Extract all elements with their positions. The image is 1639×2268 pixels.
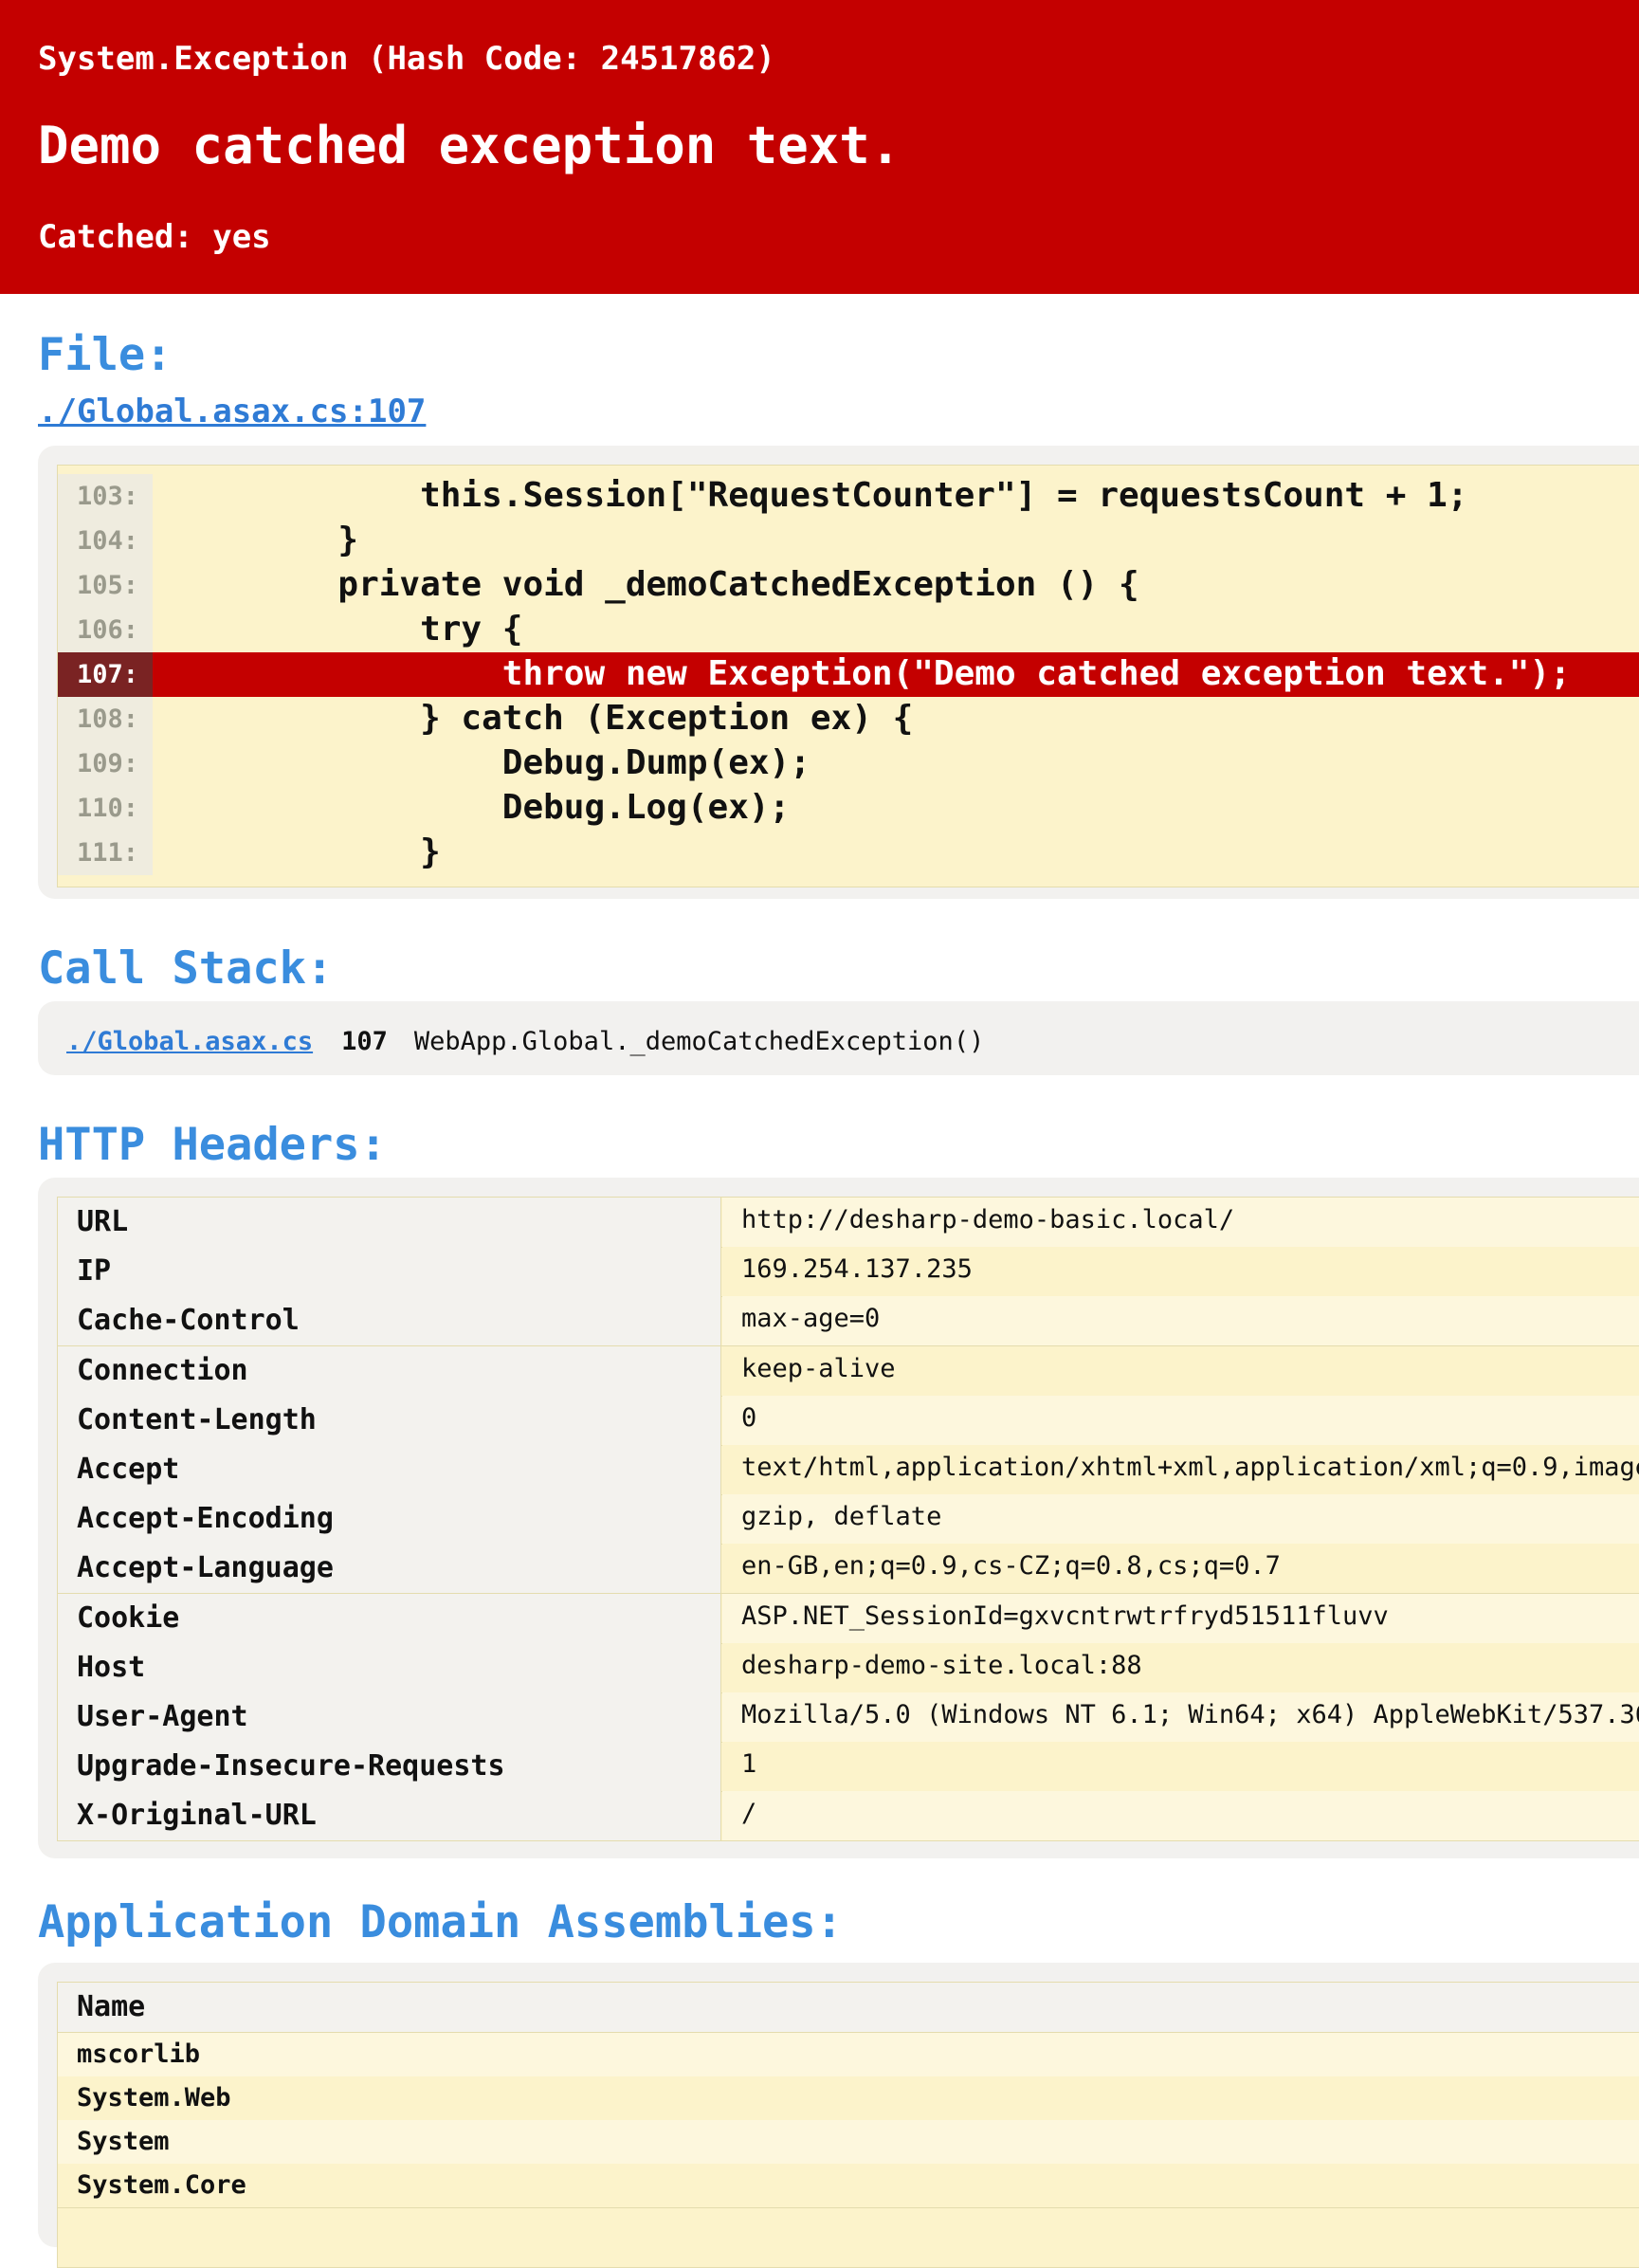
http-header-row: Host desharp-demo-site.local:88 (58, 1642, 1639, 1693)
line-number: 109: (58, 741, 153, 786)
http-header-value: 0 (722, 1395, 1639, 1445)
http-header-row: Upgrade-Insecure-Requests 1 (58, 1742, 1639, 1793)
http-header-value: en-GB,en;q=0.9,cs-CZ;q=0.8,cs;q=0.7 (722, 1544, 1639, 1594)
code-text: } catch (Exception ex) { (173, 699, 914, 738)
http-header-row: IP 169.254.137.235 (58, 1247, 1639, 1298)
http-header-name: Content-Length (58, 1395, 721, 1445)
assembly-row: System (58, 2120, 1639, 2165)
http-header-row: User-Agent Mozilla/5.0 (Windows NT 6.1; W… (58, 1692, 1639, 1743)
assemblies-title: Application Domain Assemblies: (38, 1896, 843, 1948)
http-header-row: Cache-Control max-age=0 (58, 1296, 1639, 1347)
assembly-row: System.Web (58, 2076, 1639, 2121)
code-line: 109: Debug.Dump(ex); (58, 741, 1639, 786)
assembly-name: System.Core (77, 2170, 246, 2200)
http-headers-table: URL http://desharp-demo-basic.local/IP 169… (57, 1197, 1639, 1842)
http-header-value: Mozilla/5.0 (Windows NT 6.1; Win64; x64)… (722, 1692, 1639, 1742)
http-header-name: Cache-Control (58, 1296, 721, 1346)
http-header-name: Host (58, 1642, 721, 1692)
http-header-value: text/html,application/xhtml+xml,applicat… (722, 1445, 1639, 1494)
line-number: 110: (58, 786, 153, 831)
http-header-name: Upgrade-Insecure-Requests (58, 1742, 721, 1792)
call-stack-title: Call Stack: (38, 942, 334, 995)
code-text: private void _demoCatchedException () { (173, 565, 1139, 604)
http-header-value: max-age=0 (722, 1296, 1639, 1346)
http-header-value: ASP.NET_SessionId=gxvcntrwtrfryd51511flu… (722, 1593, 1639, 1643)
http-header-name: Connection (58, 1345, 721, 1396)
http-header-value: 1 (722, 1742, 1639, 1792)
http-header-row: X-Original-URL / (58, 1791, 1639, 1842)
call-stack-panel: ./Global.asax.cs 107 WebApp.Global._demoCa… (38, 1001, 1639, 1075)
code-line: 104: } (58, 519, 1639, 563)
http-header-name: User-Agent (58, 1692, 721, 1742)
line-number: 111: (58, 831, 153, 875)
assembly-name: System.Web (77, 2083, 231, 2113)
http-header-value: 169.254.137.235 (722, 1247, 1639, 1297)
code-text: } (173, 832, 441, 871)
http-header-row: Accept-Encoding gzip, deflate (58, 1494, 1639, 1546)
line-number: 106: (58, 608, 153, 652)
code-text: this.Session["RequestCounter"] = request… (173, 476, 1468, 515)
http-header-name: URL (58, 1198, 721, 1247)
http-header-row: Cookie ASP.NET_SessionId=gxvcntrwtrfryd51… (58, 1593, 1639, 1644)
http-header-value: keep-alive (722, 1345, 1639, 1396)
exception-type: System.Exception (Hash Code: 24517862) (38, 40, 775, 78)
http-headers-title: HTTP Headers: (38, 1119, 387, 1171)
http-header-value: / (722, 1791, 1639, 1841)
stack-file-link[interactable]: ./Global.asax.cs (66, 1027, 313, 1056)
http-header-row: Content-Length 0 (58, 1395, 1639, 1446)
code-line: 105: private void _demoCatchedException … (58, 563, 1639, 608)
http-header-value: desharp-demo-site.local:88 (722, 1642, 1639, 1692)
http-header-value: http://desharp-demo-basic.local/ (722, 1198, 1639, 1247)
http-headers-panel: URL http://desharp-demo-basic.local/IP 169… (38, 1178, 1639, 1858)
file-section-title: File: (38, 329, 173, 381)
code-text: throw new Exception("Demo catched except… (173, 654, 1571, 693)
line-number: 108: (58, 697, 153, 741)
line-number: 103: (58, 474, 153, 519)
code-line: 103: this.Session["RequestCounter"] = re… (58, 474, 1639, 519)
assemblies-table: Name mscorlib System.Web System System.Core (57, 1982, 1639, 2268)
call-stack-frame: ./Global.asax.cs 107 WebApp.Global._demoCa… (66, 1027, 984, 1056)
line-number: 107: (58, 652, 153, 697)
http-header-value: gzip, deflate (722, 1494, 1639, 1545)
code-line: 111: } (58, 831, 1639, 875)
code-line: 110: Debug.Log(ex); (58, 786, 1639, 831)
http-header-name: Accept-Encoding (58, 1494, 721, 1545)
code-text: } (173, 521, 359, 559)
stack-method: WebApp.Global._demoCatchedException() (413, 1027, 985, 1056)
assembly-name: System (77, 2127, 170, 2156)
http-header-row: URL http://desharp-demo-basic.local/ (58, 1198, 1639, 1248)
code-text: try { (173, 610, 523, 649)
code-line-highlighted: 107: throw new Exception("Demo catched e… (58, 652, 1639, 697)
exception-header: System.Exception (Hash Code: 24517862) D… (0, 0, 1639, 294)
assemblies-header-row: Name (58, 1983, 1639, 2033)
http-header-name: IP (58, 1247, 721, 1297)
file-link[interactable]: ./Global.asax.cs:107 (38, 393, 426, 430)
http-header-row: Connection keep-alive (58, 1345, 1639, 1397)
assembly-row: mscorlib (58, 2033, 1639, 2077)
code-listing: 103: this.Session["RequestCounter"] = re… (57, 465, 1639, 887)
http-header-row: Accept-Language en-GB,en;q=0.9,cs-CZ;q=0.… (58, 1544, 1639, 1595)
http-header-name: X-Original-URL (58, 1791, 721, 1841)
http-header-name: Cookie (58, 1593, 721, 1643)
code-text: Debug.Dump(ex); (173, 743, 810, 782)
stack-line-number: 107 (341, 1027, 388, 1056)
code-text: Debug.Log(ex); (173, 788, 791, 827)
code-line: 106: try { (58, 608, 1639, 652)
assemblies-header-name: Name (77, 1990, 146, 2023)
http-header-row: Accept text/html,application/xhtml+xml,ap… (58, 1445, 1639, 1495)
exception-message: Demo catched exception text. (38, 116, 901, 175)
http-header-name: Accept (58, 1445, 721, 1494)
assembly-row: System.Core (58, 2164, 1639, 2208)
code-line: 108: } catch (Exception ex) { (58, 697, 1639, 741)
http-header-name: Accept-Language (58, 1544, 721, 1594)
line-number: 104: (58, 519, 153, 563)
assemblies-panel: Name mscorlib System.Web System System.Core (38, 1963, 1639, 2268)
line-number: 105: (58, 563, 153, 608)
code-panel: 103: this.Session["RequestCounter"] = re… (38, 446, 1639, 899)
catched-status: Catched: yes (38, 218, 271, 256)
assembly-name: mscorlib (77, 2039, 201, 2069)
